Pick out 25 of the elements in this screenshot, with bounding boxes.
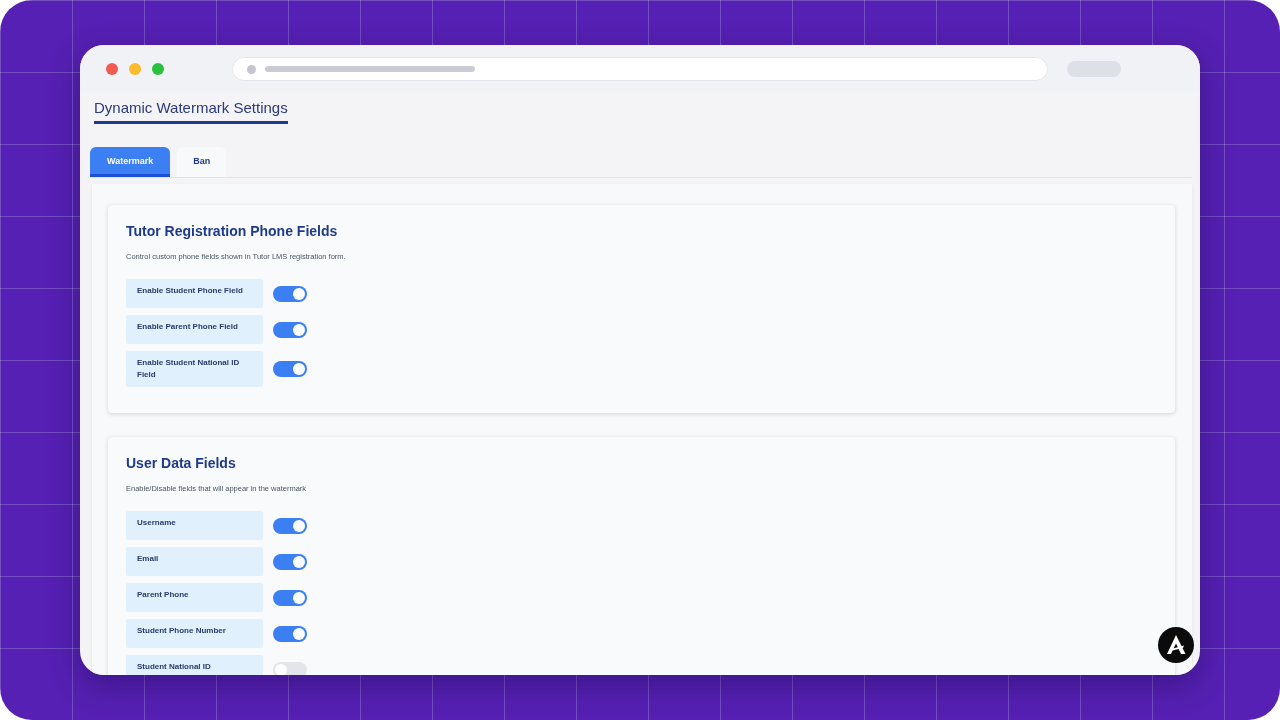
toggle-switch[interactable] <box>273 321 307 338</box>
toggle-switch[interactable] <box>273 625 307 642</box>
maximize-window-icon[interactable] <box>152 63 164 75</box>
setting-label: Student National ID <box>126 655 263 675</box>
site-dot-icon <box>247 64 256 74</box>
toggle-switch[interactable] <box>273 661 307 675</box>
tab[interactable]: Watermark <box>90 147 171 177</box>
section-title: Tutor Registration Phone Fields <box>126 222 339 240</box>
setting-label: Enable Parent Phone Field <box>126 315 263 344</box>
setting-label: Username <box>126 511 263 540</box>
toggle-switch[interactable] <box>273 285 307 302</box>
close-window-icon[interactable] <box>106 63 118 75</box>
setting-label: Parent Phone <box>126 583 263 612</box>
toggle-switch[interactable] <box>273 589 307 606</box>
tab[interactable]: Ban <box>177 147 227 177</box>
page-title: Dynamic Watermark Settings <box>94 99 288 124</box>
setting-label: Student Phone Number <box>126 619 263 648</box>
toggle-switch[interactable] <box>273 517 307 534</box>
logo-badge-icon[interactable] <box>1158 627 1194 663</box>
toggle-switch[interactable] <box>273 553 307 570</box>
toggle-switch[interactable] <box>273 361 307 377</box>
section-title: User Data Fields <box>126 454 237 472</box>
setting-label: Enable Student Phone Field <box>126 279 263 308</box>
setting-label: Enable Student National ID Field <box>126 351 263 387</box>
setting-label: Email <box>126 547 263 576</box>
